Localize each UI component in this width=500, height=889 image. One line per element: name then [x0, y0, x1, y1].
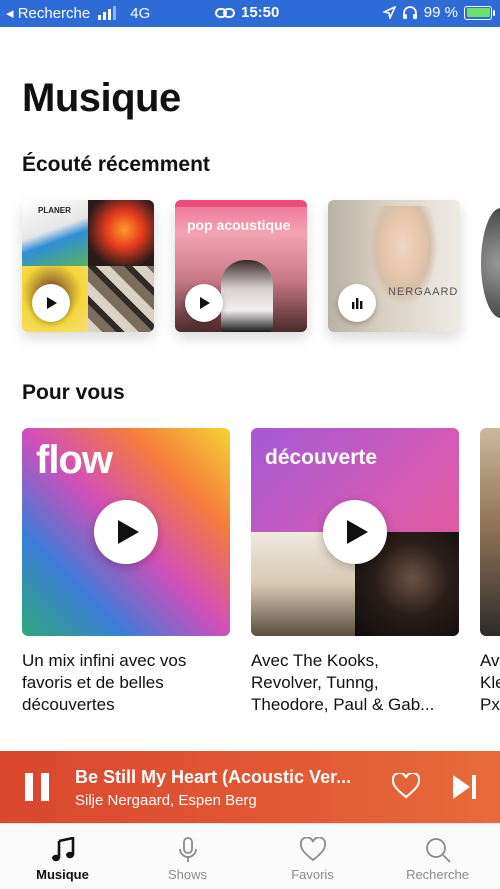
track-title: Be Still My Heart (Acoustic Ver...: [75, 767, 352, 787]
network-label: 4G: [130, 4, 151, 22]
decouverte-label: découverte: [265, 446, 378, 469]
microphone-icon: [178, 837, 197, 862]
clock: 15:50: [241, 4, 280, 21]
tab-recherche[interactable]: Recherche: [375, 824, 500, 889]
recent-item-partial[interactable]: [481, 208, 500, 318]
status-bar: ◂ Recherche 4G 15:50 99 %: [0, 0, 500, 27]
play-icon: [347, 520, 368, 544]
playlist-label: pop acoustique: [187, 217, 291, 233]
partial-card[interactable]: [480, 428, 500, 636]
tab-shows[interactable]: Shows: [125, 824, 250, 889]
back-to-app-label[interactable]: ◂ Recherche: [6, 4, 90, 22]
heart-icon: [299, 837, 326, 862]
track-artist: Silje Nergaard, Espen Berg: [75, 792, 257, 809]
tab-favoris[interactable]: Favoris: [250, 824, 375, 889]
pause-button[interactable]: [25, 773, 49, 801]
tab-musique[interactable]: Musique: [0, 824, 125, 889]
cover-text: NERGAARD: [388, 286, 459, 298]
battery-icon: [464, 5, 495, 20]
now-playing-button[interactable]: [338, 284, 376, 322]
headphones-icon: [402, 6, 417, 19]
play-button[interactable]: [32, 284, 70, 322]
partial-description: Av Kle Px: [480, 651, 500, 714]
recent-section-title: Écouté récemment: [22, 153, 210, 176]
music-note-icon: [51, 837, 74, 862]
equalizer-icon: [352, 298, 363, 309]
mini-player[interactable]: Be Still My Heart (Acoustic Ver... Silje…: [0, 751, 500, 823]
location-icon: [382, 6, 396, 19]
recent-item-pop-acoustique[interactable]: pop acoustique: [175, 200, 307, 332]
search-icon: [425, 838, 451, 863]
signal-icon: [98, 6, 117, 20]
recent-item-planer[interactable]: PLANER: [22, 200, 154, 332]
play-icon: [118, 520, 139, 544]
decouverte-play-button[interactable]: [323, 500, 387, 564]
tab-label: Recherche: [406, 867, 469, 882]
for-you-section-title: Pour vous: [22, 381, 125, 404]
skip-next-icon[interactable]: [452, 773, 478, 801]
page-title: Musique: [22, 76, 181, 120]
tab-label: Shows: [167, 867, 208, 882]
flow-label: flow: [36, 438, 113, 482]
tab-label: Favoris: [291, 867, 334, 882]
play-icon: [47, 297, 57, 309]
singer-figure: [221, 260, 273, 332]
decouverte-card[interactable]: découverte: [251, 428, 459, 636]
tab-label: Musique: [36, 867, 89, 882]
flow-description: Un mix infini avec vos favoris et de bel…: [22, 651, 187, 714]
flow-card[interactable]: flow: [22, 428, 230, 636]
decouverte-description: Avec The Kooks, Revolver, Tunng, Theodor…: [251, 651, 435, 714]
play-icon: [200, 297, 210, 309]
heart-icon[interactable]: [392, 773, 420, 799]
link-icon: [215, 7, 235, 18]
battery-percent: 99 %: [423, 4, 458, 21]
recent-item-nergaard[interactable]: NERGAARD: [328, 200, 460, 332]
play-button[interactable]: [185, 284, 223, 322]
cover-text: PLANER: [38, 206, 71, 215]
tab-bar: Musique Shows Favoris Recherche: [0, 823, 500, 889]
flow-play-button[interactable]: [94, 500, 158, 564]
